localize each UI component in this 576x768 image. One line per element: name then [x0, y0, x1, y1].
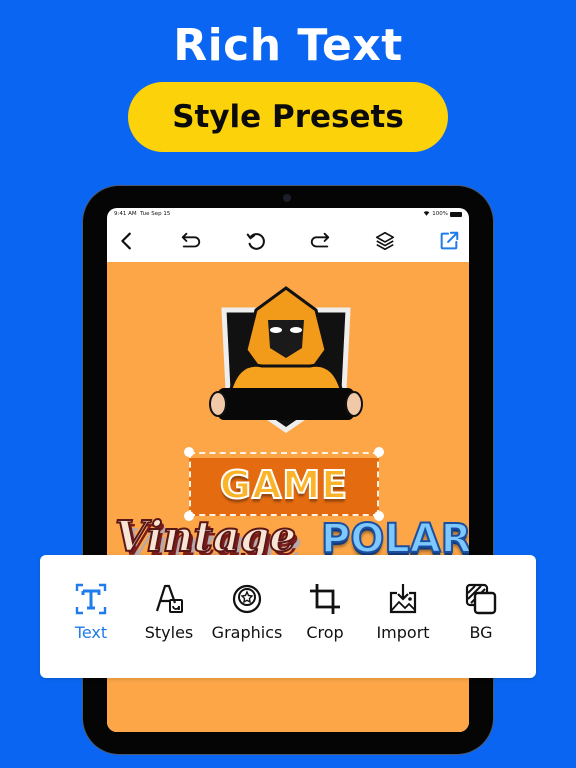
import-icon: [389, 584, 417, 614]
tool-panel: Text Styles Graphics Crop Import BG: [40, 555, 536, 678]
battery-icon: [450, 211, 462, 217]
tool-label: Styles: [144, 623, 194, 642]
tool-background[interactable]: BG: [444, 581, 518, 678]
promo-badge-label: Style Presets: [172, 99, 404, 135]
tool-styles[interactable]: Styles: [132, 581, 206, 678]
editor-toolbar: [107, 220, 469, 262]
export-button[interactable]: [435, 227, 463, 255]
gamer-mascot-logo[interactable]: [206, 280, 366, 438]
text-layer-vintage[interactable]: Vintage: [114, 511, 297, 562]
chevron-left-icon: [121, 232, 131, 250]
camera: [283, 194, 291, 202]
undo-button[interactable]: [177, 227, 205, 255]
status-time: 9:41 AM: [114, 211, 137, 217]
tool-label: Graphics: [211, 623, 283, 642]
wifi-icon: [423, 210, 430, 218]
graphics-icon: [232, 584, 262, 614]
tool-label: Text: [74, 623, 108, 642]
promo-badge: Style Presets: [128, 82, 448, 152]
tool-label: Crop: [306, 623, 344, 642]
tool-crop[interactable]: Crop: [288, 581, 362, 678]
resize-handle-top-right[interactable]: [374, 447, 384, 457]
styles-icon: [155, 584, 183, 613]
tool-graphics[interactable]: Graphics: [210, 581, 284, 678]
undo-icon: [182, 232, 201, 248]
rotate-icon: [246, 233, 265, 250]
tool-import[interactable]: Import: [366, 581, 440, 678]
background-icon: [465, 583, 497, 615]
layers-icon: [375, 231, 394, 251]
battery-percent: 100%: [432, 211, 448, 217]
redo-icon: [311, 232, 330, 248]
crop-icon: [310, 584, 340, 614]
export-icon: [440, 231, 459, 250]
selection-box[interactable]: [189, 452, 379, 516]
tool-label: Import: [376, 623, 430, 642]
text-icon: [75, 583, 107, 615]
tool-text[interactable]: Text: [54, 581, 128, 678]
redo-button[interactable]: [306, 227, 334, 255]
rotate-button[interactable]: [242, 227, 270, 255]
layers-button[interactable]: [371, 227, 399, 255]
resize-handle-top-left[interactable]: [184, 447, 194, 457]
promo-headline: Rich Text: [173, 20, 403, 71]
back-button[interactable]: [113, 227, 141, 255]
status-date: Tue Sep 15: [140, 211, 171, 217]
status-bar: 9:41 AM Tue Sep 15 100%: [107, 208, 469, 220]
tool-label: BG: [469, 623, 493, 642]
